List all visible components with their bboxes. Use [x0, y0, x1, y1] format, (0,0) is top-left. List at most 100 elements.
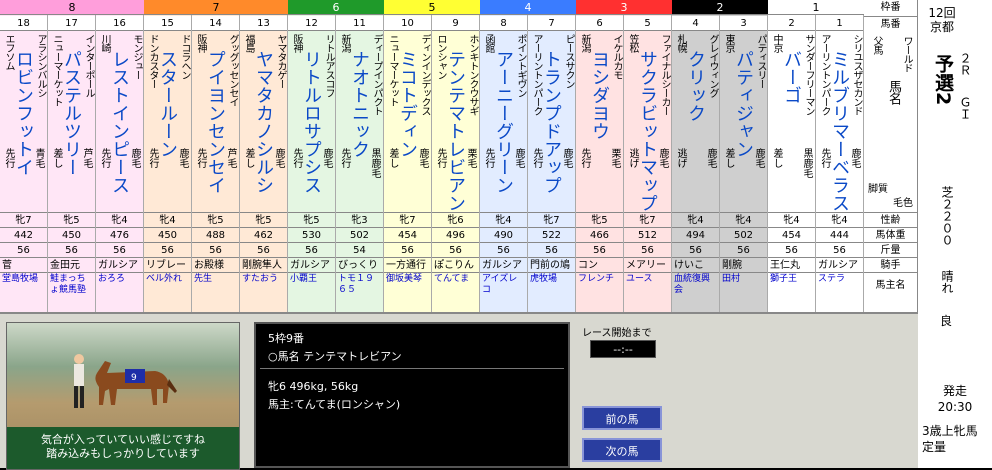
groom-icon: [74, 354, 84, 408]
horse-weight: 442: [0, 227, 47, 242]
horse-coat: 芦毛: [81, 148, 92, 168]
previous-horse-button[interactable]: 前の馬: [582, 406, 662, 430]
horse-number: 4: [672, 16, 719, 31]
horse-number: 1: [816, 16, 863, 31]
horse-pedigree-block: グレイウィング 札幌 クリック 逃げ 鹿毛: [672, 32, 719, 212]
horse-name: リトルロサプシス: [301, 50, 322, 194]
race-card-board: 18 アラシンバルシ エフソム ロビンフットイ 先行 青毛 牝7 442 56 菅堂島牧場 1 7 イン…: [0, 0, 918, 312]
horse-running-style: 逃げ: [627, 148, 638, 168]
horse-sire: リトルアスコフ: [323, 34, 334, 97]
horse-column-4[interactable]: 4 グレイウィング 札幌 クリック 逃げ 鹿毛 牝4 494 56 けいこ 血統復興会: [672, 0, 720, 312]
horse-owner: トモ１９６５: [336, 272, 383, 312]
horse-coat: 鹿毛: [849, 148, 860, 168]
horse-column-7[interactable]: 7 ピースサクン アーリントンパーク トランプドアップ 先行 鹿毛 牝7 522 56 門前の鳩虎…: [528, 0, 576, 312]
horse-name: ヤマタカノシルシ: [253, 50, 274, 194]
horse-name: パステルツリー: [61, 50, 82, 176]
horse-column-18[interactable]: 18 アラシンバルシ エフソム ロビンフットイ 先行 青毛 牝7 442 56 菅堂島牧場: [0, 0, 48, 312]
horse-owner: 小覇王: [288, 272, 335, 312]
detail-owner: 馬主:てんてま(ロンシャン): [268, 398, 401, 411]
horse-weight: 512: [624, 227, 671, 242]
horse-name: ナオトニック: [349, 50, 370, 158]
horse-coat: 鹿毛: [321, 148, 332, 168]
horse-sire: ドコラヘン: [179, 34, 190, 79]
horse-name: バーゴ: [781, 50, 802, 104]
horse-running-style: 先行: [291, 148, 302, 168]
horse-weight: 444: [816, 227, 863, 242]
horse-pedigree-block: シリユスザセカンド アーリントンパーク ミルブリマーベラス 先行 鹿毛: [816, 32, 863, 212]
frame-label: 3: [576, 0, 672, 15]
horse-load: 56: [672, 242, 719, 257]
horse-age: 牝5: [192, 212, 239, 227]
label-coat: 毛色: [893, 198, 913, 209]
horse-jockey: 王仁丸: [768, 257, 815, 272]
label-horse: 馬名: [886, 80, 901, 104]
horse-pedigree-block: ホンキトンクウサギ ロンシャン テンテマトレビアン 先行 栗毛: [432, 32, 479, 212]
horse-running-style: 逃げ: [675, 148, 686, 168]
horse-column-9[interactable]: 9 ホンキトンクウサギ ロンシャン テンテマトレビアン 先行 栗毛 牝6 496 56 ぽこりんて…: [432, 0, 480, 312]
horse-column-17[interactable]: 17 インターポール ニューマーケット パステルツリー 差し 芦毛 牝5 450 56 金田元 鮭ま…: [48, 0, 96, 312]
horse-column-15[interactable]: 15 ドコラヘン ドンカスター スタールーン 先行 鹿毛 牝4 450 56 リブレー ベル外れ: [144, 0, 192, 312]
detail-age-weight: 牝6 496kg, 56kg: [268, 380, 359, 393]
horse-coat: 鹿毛: [177, 148, 188, 168]
horse-sire: グレイウィング: [707, 34, 718, 97]
horse-column-1[interactable]: 1 シリユスザセカンド アーリントンパーク ミルブリマーベラス 先行 鹿毛 牝4 444 56 ガ…: [816, 0, 864, 312]
row-labels: 枠番 馬番 父馬 馬名 ワールド 脚質 毛色 性齢 馬体重 斤量 騎手 馬主名: [864, 0, 918, 312]
horse-column-13[interactable]: 13 ヤマタカゲー 福島 ヤマタカノシルシ 差し 鹿毛 牝5 462 56 剛腕隼人 すたおう: [240, 0, 288, 312]
horse-name: ヨシダヨウ: [589, 50, 610, 140]
horse-age: 牝4: [144, 212, 191, 227]
horse-age: 牝7: [0, 212, 47, 227]
horse-column-16[interactable]: 16 モンジュー 川崎 レストインピース 先行 鹿毛 牝4 476 56 ガルシア おろろ: [96, 0, 144, 312]
horse-column-2[interactable]: 2 サンダーフリーマン 中京 バーゴ 差し 黒鹿毛 牝4 454 56 王仁丸 獅子王: [768, 0, 816, 312]
horse-owner: フレンチ: [576, 272, 623, 312]
race-number: 12回: [928, 6, 956, 20]
horse-owner: ユース: [624, 272, 671, 312]
horse-running-style: 先行: [531, 148, 542, 168]
next-horse-button[interactable]: 次の馬: [582, 438, 662, 462]
horse-running-style: 先行: [99, 148, 110, 168]
horse-number: 5: [624, 16, 671, 31]
horse-running-style: 先行: [435, 148, 446, 168]
horse-running-style: 先行: [819, 148, 830, 168]
horse-name: クリック: [685, 50, 706, 122]
race-venue: 京都: [929, 20, 954, 34]
horse-column-6[interactable]: 6 イケルカモ 新潟 ヨシダヨウ 先行 栗毛 牝5 466 56 コン フレンチ: [576, 0, 624, 312]
race-round: ２Ｒ: [958, 52, 972, 76]
horse-age: 牝4: [768, 212, 815, 227]
horse-load: 56: [768, 242, 815, 257]
horse-jockey: ガルシア: [288, 257, 335, 272]
frame-label: 6: [288, 0, 384, 15]
horse-coat: 鹿毛: [129, 148, 140, 168]
horse-owner: 鮭まっちょ競馬塾: [48, 272, 95, 312]
label-load: 斤量: [864, 242, 917, 257]
horse-column-12[interactable]: 12 リトルアスコフ 阪神 リトルロサプシス 先行 鹿毛 牝5 530 56 ガルシア 小覇王: [288, 0, 336, 312]
horse-name: スタールーン: [157, 50, 178, 158]
horse-column-5[interactable]: 5 ファイナルシーカー 笠松 サクラビットマップ 逃げ 鹿毛 牝7 512 56 メアリー ユース: [624, 0, 672, 312]
horse-column-10[interactable]: 10 ディンインデックス ニューマーケット ミコトディン 差し 鹿毛 牝7 454 56 一方通行…: [384, 0, 432, 312]
horse-pedigree-block: リトルアスコフ 阪神 リトルロサプシス 先行 鹿毛: [288, 32, 335, 212]
horse-jockey: ガルシア: [96, 257, 143, 272]
horse-detail-panel: 5枠9番 ○馬名 テンテマトレビアン 牝6 496kg, 56kg 馬主:てんて…: [254, 322, 570, 468]
horse-column-8[interactable]: 8 ポイントギヴン 函館 アーニーグリーン 先行 鹿毛 牝4 490 56 ガルシア アイズレコ: [480, 0, 528, 312]
horse-pedigree-block: サンダーフリーマン 中京 バーゴ 差し 黒鹿毛: [768, 32, 815, 212]
horse-column-3[interactable]: 3 パティスリー 東京 パティジャン 差し 鹿毛 牝4 502 56 剛腕 田村: [720, 0, 768, 312]
frame-label: 7: [144, 0, 288, 15]
horse-pedigree-block: ポイントギヴン 函館 アーニーグリーン 先行 鹿毛: [480, 32, 527, 212]
horse-column-14[interactable]: 14 グッグッセンセイ 阪神 プイヨンセンセイ 先行 芦毛 牝5 488 56 お殿様 先生: [192, 0, 240, 312]
horse-running-style: 先行: [339, 148, 350, 168]
horse-age: 牝5: [48, 212, 95, 227]
label-sire: 父馬: [871, 36, 882, 54]
horse-column-11[interactable]: 11 ディープインパクト 新潟 ナオトニック 先行 黒鹿毛 牝3 502 54 びっくり トモ１９６…: [336, 0, 384, 312]
label-style: 脚質: [868, 184, 888, 195]
horse-weight: 502: [720, 227, 767, 242]
horse-number: 2: [768, 16, 815, 31]
horse-load: 56: [48, 242, 95, 257]
horse-name: テンテマトレビアン: [445, 50, 466, 212]
horse-coat: 鹿毛: [513, 148, 524, 168]
horse-sire: インターポール: [83, 34, 94, 97]
horse-jockey: 菅: [0, 257, 47, 272]
horse-coat: 鹿毛: [753, 148, 764, 168]
horse-owner: 虎牧場: [528, 272, 575, 312]
horse-weight: 462: [240, 227, 287, 242]
horse-name: サクラビットマップ: [637, 50, 658, 212]
horse-name: ミルブリマーベラス: [829, 50, 850, 212]
